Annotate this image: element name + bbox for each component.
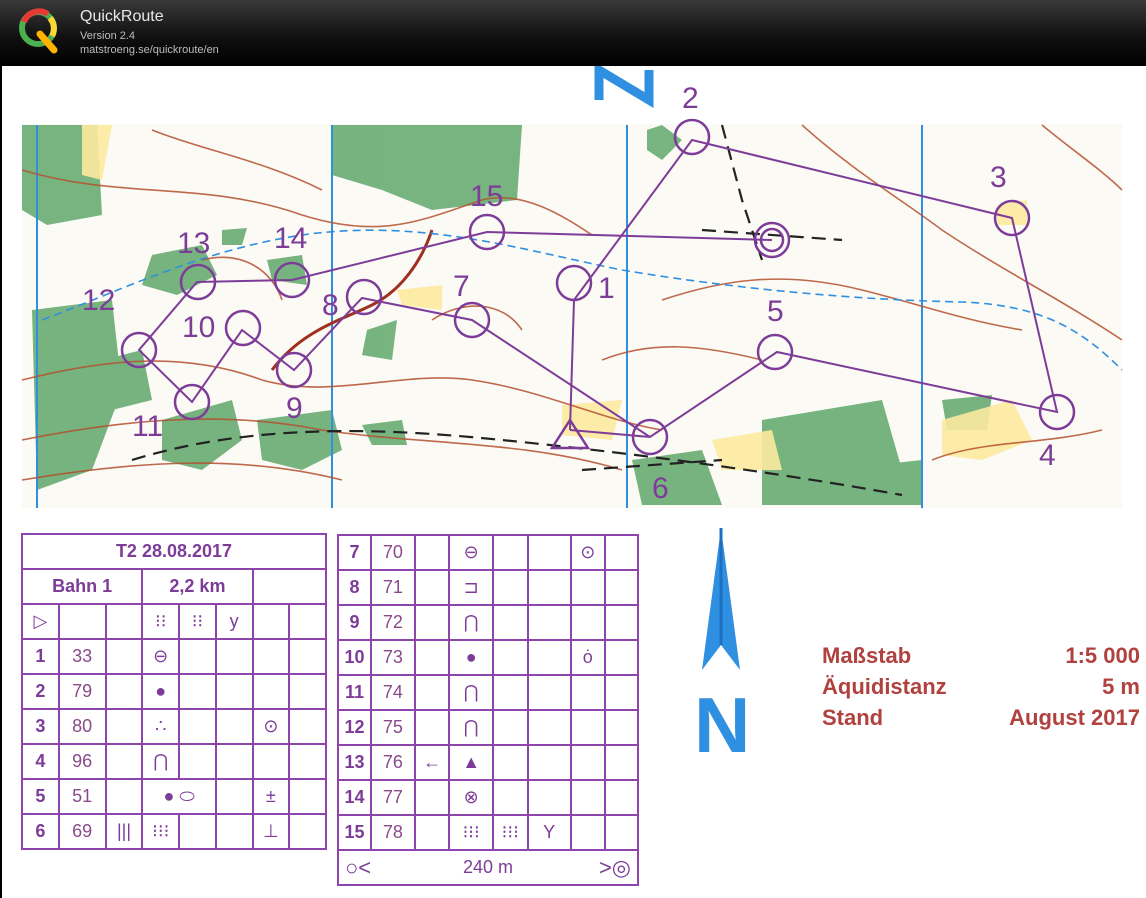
app-version: Version 2.4 [80, 30, 136, 42]
rocky-ground-icon: ⁝⁝⁝ [492, 814, 529, 851]
course-name: Bahn 1 [20, 568, 144, 605]
scale-row: Stand August 2017 [822, 705, 1140, 730]
title-bar: QuickRoute Version 2.4 matstroeng.se/qui… [0, 0, 1146, 66]
description-row: 8 71 ⊐ [337, 569, 640, 606]
scale-row: Äquidistanz 5 m [822, 674, 1140, 699]
control-number: 7 [453, 270, 470, 303]
description-row: 14 77 ⊗ [337, 779, 640, 816]
stream-crossing-icon: ||| [104, 813, 144, 850]
description-row: 12 75 ⋂ [337, 709, 640, 746]
app-url[interactable]: matstroeng.se/quickroute/en [80, 44, 219, 56]
description-row: 7 70 ⊖ ⊙ [337, 534, 640, 571]
control-number: 3 [990, 161, 1007, 194]
control-number: 15 [470, 180, 503, 213]
rocky-ground-icon: ⁝⁝ [178, 603, 217, 640]
description-row: 10 73 ● ȯ [337, 639, 640, 676]
arrow-left-icon: ← [413, 744, 451, 781]
description-row: 6 69 ||| ⁝⁝⁝ ⊥ [21, 813, 327, 850]
control-descriptions-right: 7 70 ⊖ ⊙ 8 71 ⊐ 9 72 ⋂ 10 73 ● ȯ 11 74 ⋂ 12 75 ⋂ 13 76 ←… [337, 534, 640, 886]
finish-circle-icon: >◎ [598, 855, 631, 880]
rocky-ground-icon: ⁝⁝ [141, 603, 181, 640]
north-label: N [694, 681, 750, 769]
control-number: 2 [682, 82, 699, 115]
control-number: 1 [598, 272, 615, 305]
description-row: 2 79 ● [21, 673, 327, 710]
control-number: 12 [82, 284, 115, 317]
description-row: 9 72 ⋂ [337, 604, 640, 641]
description-row: 5 51 ● ⬭ ± [21, 778, 327, 815]
start-icon: ▷ [21, 603, 60, 640]
north-arrow-icon: N [694, 528, 750, 769]
event-header: T2 28.08.2017 [21, 533, 327, 570]
description-row: 15 78 ⁝⁝⁝ ⁝⁝⁝ Y [337, 814, 640, 851]
control-descriptions-left: T2 28.08.2017 Bahn 1 2,2 km ▷ ⁝⁝ ⁝⁝ y 13… [20, 533, 328, 850]
description-row: 1 33 ⊖ [21, 638, 327, 675]
finish-row: ○< 240 m >◎ [337, 849, 639, 886]
control-number: 13 [177, 227, 210, 260]
description-row: 3 80 ∴ ⊙ [21, 708, 327, 745]
control-number: 10 [182, 311, 215, 344]
description-row: 4 96 ⋂ [21, 743, 327, 780]
finish-start-icon: ○< [345, 855, 372, 880]
control-number: 4 [1039, 439, 1056, 472]
control-number: 14 [274, 222, 307, 255]
map-canvas[interactable]: 1 2 3 4 5 6 7 8 9 10 11 12 13 14 15 N T2 [0, 66, 1146, 898]
finish-distance: 240 m [462, 857, 514, 877]
app-title: QuickRoute [80, 8, 164, 25]
control-number: 6 [652, 472, 669, 505]
quickroute-logo-icon [19, 8, 58, 54]
north-arrow-top-icon [594, 66, 654, 108]
junction-icon: y [214, 603, 254, 640]
scale-row: Maßstab 1:5 000 [822, 643, 1140, 668]
control-number: 9 [286, 392, 303, 425]
description-row: 11 74 ⋂ [337, 674, 640, 711]
control-number: 5 [767, 295, 784, 328]
description-row: 13 76 ← ▲ [337, 744, 640, 781]
control-number: 11 [132, 410, 163, 443]
map-scale-info: Maßstab 1:5 000 Äquidistanz 5 m Stand Augus… [822, 643, 1140, 736]
course-length: 2,2 km [141, 568, 254, 605]
control-number: 8 [322, 289, 339, 322]
